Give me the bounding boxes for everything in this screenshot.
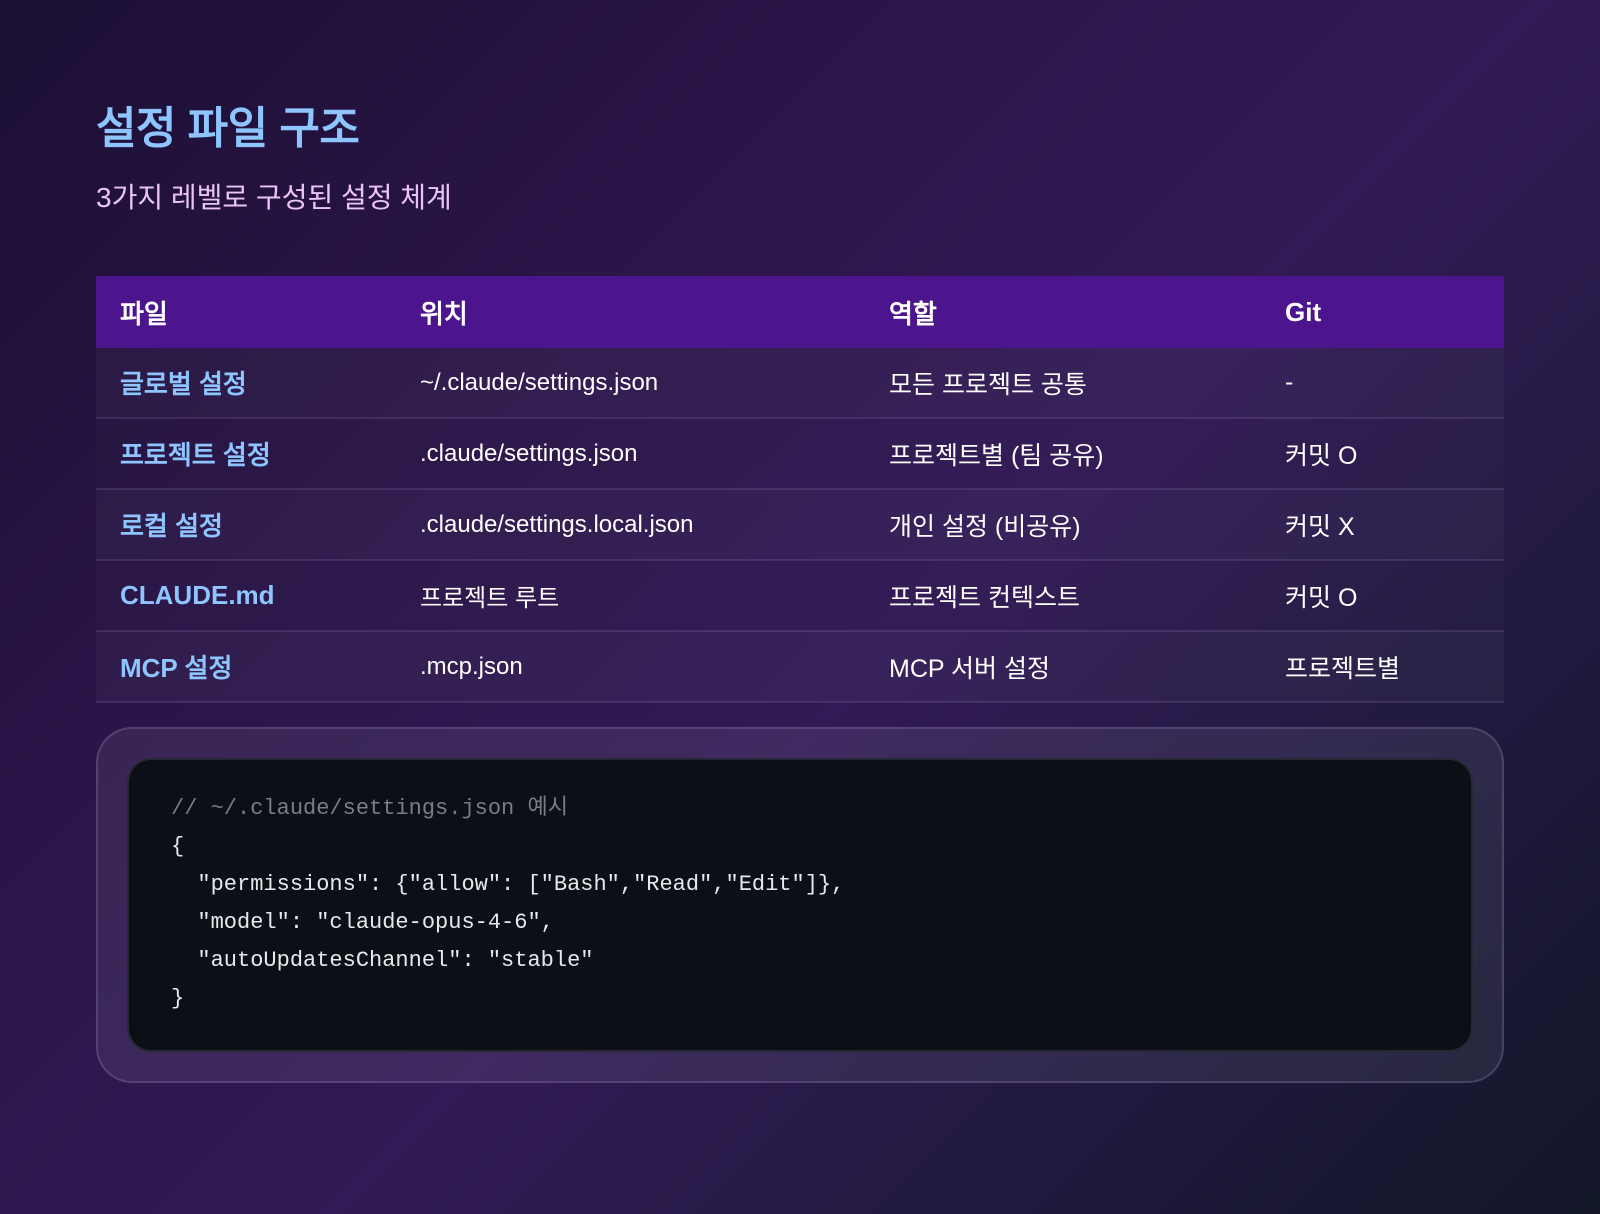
cell-location: .mcp.json bbox=[396, 631, 865, 703]
cell-file: 글로벌 설정 bbox=[96, 348, 396, 419]
cell-git: 프로젝트별 bbox=[1261, 631, 1504, 703]
cell-git: 커밋 X bbox=[1261, 489, 1504, 561]
page-subtitle: 3가지 레벨로 구성된 설정 체계 bbox=[96, 182, 452, 213]
code-comment: // ~/.claude/settings.json 예시 bbox=[171, 796, 568, 821]
table-row: 프로젝트 설정 .claude/settings.json 프로젝트별 (팀 공… bbox=[96, 418, 1504, 490]
cell-git: - bbox=[1261, 348, 1504, 419]
code-example-card: // ~/.claude/settings.json 예시 { "permiss… bbox=[96, 727, 1504, 1083]
cell-file: MCP 설정 bbox=[96, 631, 396, 703]
cell-location: 프로젝트 루트 bbox=[396, 560, 865, 632]
table-body: 글로벌 설정 ~/.claude/settings.json 모든 프로젝트 공… bbox=[96, 348, 1504, 703]
page-title: 설정 파일 구조 bbox=[96, 104, 360, 153]
table-row: MCP 설정 .mcp.json MCP 서버 설정 프로젝트별 bbox=[96, 631, 1504, 703]
code-block: // ~/.claude/settings.json 예시 { "permiss… bbox=[127, 758, 1473, 1052]
cell-location: .claude/settings.json bbox=[396, 418, 865, 490]
header-git: Git bbox=[1285, 296, 1322, 327]
cell-role: 개인 설정 (비공유) bbox=[865, 489, 1261, 561]
table-row: CLAUDE.md 프로젝트 루트 프로젝트 컨텍스트 커밋 O bbox=[96, 560, 1504, 632]
cell-role: 프로젝트별 (팀 공유) bbox=[865, 418, 1261, 490]
code-line: "autoUpdatesChannel": "stable" bbox=[171, 948, 594, 973]
table-header: 파일 위치 역할 Git bbox=[96, 276, 1504, 348]
settings-table: 파일 위치 역할 Git 글로벌 설정 ~/.claude/settings.j… bbox=[96, 276, 1504, 703]
header-file: 파일 bbox=[120, 298, 168, 329]
table-header-row: 파일 위치 역할 Git bbox=[96, 276, 1504, 348]
cell-file: 프로젝트 설정 bbox=[96, 418, 396, 490]
code-line: } bbox=[171, 986, 185, 1011]
code-line: "permissions": {"allow": ["Bash","Read",… bbox=[171, 872, 845, 897]
code-line: "model": "claude-opus-4-6", bbox=[171, 910, 554, 935]
cell-git: 커밋 O bbox=[1261, 418, 1504, 490]
cell-role: MCP 서버 설정 bbox=[865, 631, 1261, 703]
cell-role: 모든 프로젝트 공통 bbox=[865, 348, 1261, 419]
table-row: 로컬 설정 .claude/settings.local.json 개인 설정 … bbox=[96, 489, 1504, 561]
cell-role: 프로젝트 컨텍스트 bbox=[865, 560, 1261, 632]
cell-location: .claude/settings.local.json bbox=[396, 489, 865, 561]
cell-file: 로컬 설정 bbox=[96, 489, 396, 561]
header-location: 위치 bbox=[420, 298, 468, 329]
table-row: 글로벌 설정 ~/.claude/settings.json 모든 프로젝트 공… bbox=[96, 348, 1504, 419]
cell-file: CLAUDE.md bbox=[96, 560, 396, 632]
code-line: { bbox=[171, 834, 185, 859]
cell-git: 커밋 O bbox=[1261, 560, 1504, 632]
header-role: 역할 bbox=[889, 298, 937, 329]
cell-location: ~/.claude/settings.json bbox=[396, 348, 865, 419]
